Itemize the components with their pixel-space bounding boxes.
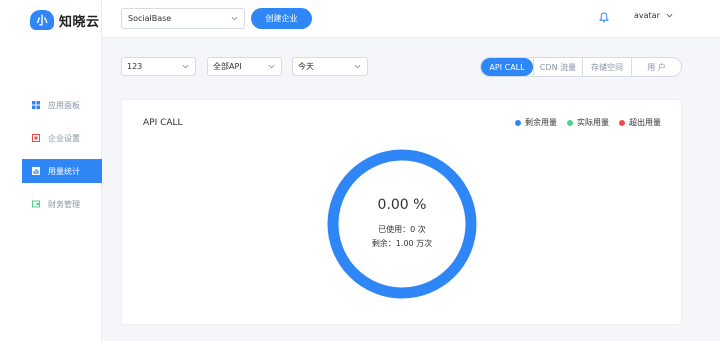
api-select-value: 全部API xyxy=(213,62,242,71)
company-select[interactable]: SocialBase xyxy=(121,8,245,29)
bell-icon[interactable] xyxy=(599,12,609,23)
sidebar: 小 知晓云 应用面板 企业设置 用量统计 财务管理 xyxy=(0,0,102,341)
legend-item-exceeded: 超出用量 xyxy=(619,117,661,128)
user-name: avatar xyxy=(634,11,660,20)
chevron-down-icon xyxy=(354,64,361,69)
logo[interactable]: 小 知晓云 xyxy=(30,9,100,31)
legend-label: 实际用量 xyxy=(577,118,609,127)
dashboard-icon xyxy=(32,101,40,109)
legend-dot xyxy=(567,119,573,126)
stats-icon xyxy=(32,167,40,175)
tab-users[interactable]: 用 户 xyxy=(631,58,681,76)
metric-tabs: API CALL CDN 流量 存储空间 用 户 xyxy=(480,57,682,77)
app-select[interactable]: 123 xyxy=(121,57,196,76)
create-company-button[interactable]: 创建企业 xyxy=(251,8,312,29)
sidebar-item-label: 应用面板 xyxy=(48,100,80,110)
legend-label: 超出用量 xyxy=(629,118,661,127)
sidebar-item-dashboard[interactable]: 应用面板 xyxy=(22,93,102,117)
used-count: 已使用：0 次 xyxy=(378,225,426,234)
remaining-count: 剩余：1.00 万次 xyxy=(371,239,433,248)
legend-label: 剩余用量 xyxy=(525,118,557,127)
tab-cdn[interactable]: CDN 流量 xyxy=(533,58,582,76)
sidebar-item-label: 财务管理 xyxy=(48,199,80,209)
sidebar-item-settings[interactable]: 企业设置 xyxy=(22,126,102,150)
period-select[interactable]: 今天 xyxy=(292,57,368,76)
card-title: API CALL xyxy=(143,118,183,128)
usage-percent: 0.00 % xyxy=(377,197,427,213)
logo-icon: 小 xyxy=(30,10,54,30)
legend-dot xyxy=(515,119,521,126)
company-select-value: SocialBase xyxy=(128,14,172,23)
legend-item-actual: 实际用量 xyxy=(567,117,609,128)
api-select[interactable]: 全部API xyxy=(207,57,282,76)
sidebar-item-usage[interactable]: 用量统计 xyxy=(22,159,102,183)
sidebar-nav: 应用面板 企业设置 用量统计 财务管理 xyxy=(22,93,102,225)
chevron-down-icon xyxy=(182,64,189,69)
user-menu[interactable]: avatar xyxy=(634,11,673,20)
ring-center: 0.00 % 已使用：0 次 剩余：1.00 万次 xyxy=(326,148,478,300)
tab-storage[interactable]: 存储空间 xyxy=(582,58,631,76)
chevron-down-icon xyxy=(268,64,275,69)
top-header: SocialBase 创建企业 avatar xyxy=(102,0,720,38)
legend: 剩余用量 实际用量 超出用量 xyxy=(515,117,661,128)
usage-card: API CALL 剩余用量 实际用量 超出用量 0.00 % 已使用：0 次 剩… xyxy=(121,99,682,325)
sidebar-item-finance[interactable]: 财务管理 xyxy=(22,192,102,216)
logo-text: 知晓云 xyxy=(59,14,100,30)
sidebar-item-label: 用量统计 xyxy=(48,166,80,176)
settings-icon xyxy=(32,134,40,142)
tab-api-call[interactable]: API CALL xyxy=(481,58,533,76)
chevron-down-icon xyxy=(666,13,673,18)
app-select-value: 123 xyxy=(127,62,143,71)
sidebar-item-label: 企业设置 xyxy=(48,133,80,143)
period-select-value: 今天 xyxy=(298,62,314,71)
legend-item-remaining: 剩余用量 xyxy=(515,117,557,128)
finance-icon xyxy=(32,200,40,208)
legend-dot xyxy=(619,119,625,126)
chevron-down-icon xyxy=(231,16,238,21)
